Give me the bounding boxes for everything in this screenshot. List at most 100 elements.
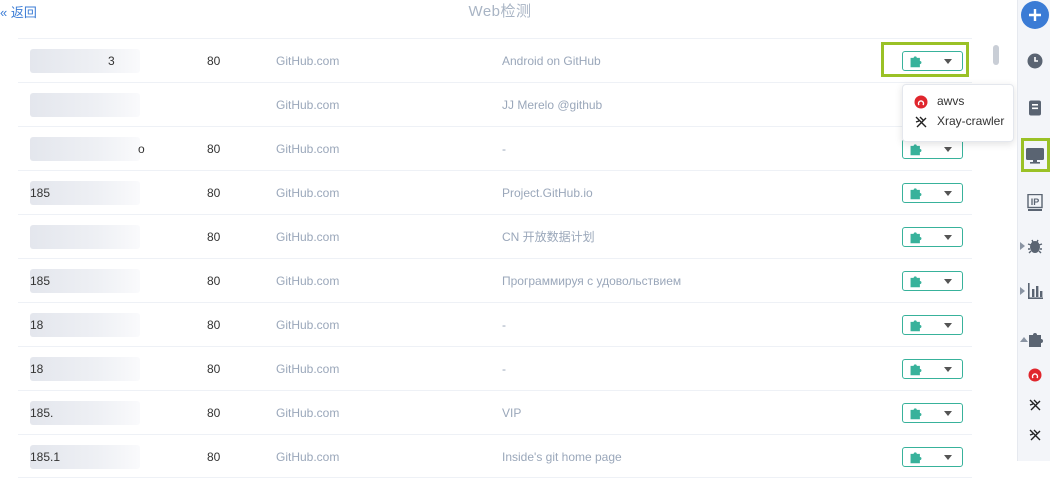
title-cell: Программируя с удовольствием (502, 274, 682, 288)
chevron-down-icon (944, 323, 952, 328)
host-cell: 185. (30, 401, 150, 425)
plugin-select[interactable] (902, 447, 963, 467)
puzzle-icon (910, 408, 922, 420)
host-cell: 185 (30, 269, 150, 293)
sidebar-item-history[interactable] (1018, 47, 1050, 75)
puzzle-icon (1029, 333, 1043, 347)
plugin-select[interactable] (902, 359, 963, 379)
domain-cell: GitHub.com (276, 362, 340, 376)
scrollbar-thumb[interactable] (993, 45, 999, 65)
redaction-blur (30, 93, 140, 117)
highlight-box (881, 42, 969, 77)
puzzle-icon (910, 364, 922, 376)
plugin-select[interactable] (902, 227, 963, 247)
clock-icon (1027, 53, 1043, 69)
host-cell: 18 (30, 357, 150, 381)
plugin-select[interactable] (902, 315, 963, 335)
main-panel: « 返回 Web检测 3 80 GitHub.com Android on GitHu… (0, 0, 1017, 478)
dropdown-item-awvs[interactable]: awvs (903, 91, 1013, 111)
sidebar-plugin-xray[interactable] (1018, 392, 1050, 420)
chart-icon (1028, 283, 1043, 299)
title-cell: VIP (502, 406, 522, 420)
puzzle-icon (910, 452, 922, 464)
xray-icon (914, 115, 928, 135)
host-text: 185 (30, 186, 51, 200)
domain-cell: GitHub.com (276, 186, 340, 200)
puzzle-icon (909, 230, 923, 249)
puzzle-icon (909, 142, 923, 161)
redaction-blur (30, 313, 140, 337)
sidebar-item-plugins[interactable] (1018, 324, 1050, 352)
host-cell: o (30, 137, 150, 161)
table-row: 3 80 GitHub.com Android on GitHub (18, 38, 972, 82)
domain-cell: GitHub.com (276, 318, 340, 332)
domain-cell: GitHub.com (276, 406, 340, 420)
sidebar-item-stats[interactable] (1018, 277, 1050, 305)
host-cell: 185.1 (30, 445, 150, 469)
page-title: Web检测 (468, 3, 532, 20)
puzzle-icon (910, 232, 922, 244)
puzzle-icon (910, 144, 922, 156)
xray-icon (1029, 429, 1041, 441)
sidebar-plugin-awvs[interactable] (1018, 362, 1050, 390)
plugin-dropdown: awvs Xray-crawler (902, 84, 1014, 142)
host-text: 185.1 (30, 450, 61, 464)
puzzle-icon (909, 406, 923, 425)
domain-cell: GitHub.com (276, 230, 340, 244)
sidebar-item-ip[interactable]: IP (1018, 188, 1050, 216)
puzzle-icon (909, 318, 923, 337)
chevron-down-icon (944, 367, 952, 372)
table-row: GitHub.com JJ Merelo @github (18, 82, 972, 126)
sidebar-item-report[interactable] (1018, 94, 1050, 122)
dropdown-item-label: awvs (937, 94, 965, 108)
puzzle-icon (909, 450, 923, 469)
host-text: 3 (30, 54, 115, 68)
chevron-down-icon (944, 279, 952, 284)
chevron-down-icon (944, 191, 952, 196)
dropdown-item-label: Xray-crawler (937, 114, 1005, 128)
puzzle-icon (910, 188, 922, 200)
plugin-select[interactable] (902, 183, 963, 203)
add-button[interactable] (1021, 1, 1049, 29)
bug-icon (1027, 239, 1043, 254)
table-row: 185. 80 GitHub.com VIP (18, 390, 972, 434)
table-row: 18 80 GitHub.com - (18, 346, 972, 390)
sidebar-highlight-box (1021, 138, 1050, 172)
title-cell: CN 开放数据计划 (502, 230, 595, 244)
port-cell: 80 (207, 274, 221, 288)
xray-icon (1029, 399, 1041, 411)
chevron-down-icon (944, 455, 952, 460)
ip-icon: IP (1027, 194, 1043, 211)
port-cell: 80 (207, 450, 221, 464)
plugin-select[interactable] (902, 139, 963, 159)
port-cell: 80 (207, 406, 221, 420)
port-cell: 80 (207, 230, 221, 244)
title-cell: JJ Merelo @github (502, 98, 603, 112)
header: « 返回 Web检测 (0, 0, 1017, 28)
sidebar-plugin-xray-2[interactable] (1018, 422, 1050, 450)
plugin-select[interactable] (902, 271, 963, 291)
host-text: 185 (30, 274, 51, 288)
domain-cell: GitHub.com (276, 98, 340, 112)
port-cell: 80 (207, 142, 221, 156)
title-cell: - (502, 362, 506, 376)
host-cell: 185 (30, 181, 150, 205)
dropdown-item-xray[interactable]: Xray-crawler (903, 111, 1013, 131)
plus-icon (1029, 9, 1041, 21)
table-row: 185 80 GitHub.com Программируя с удовольств… (18, 258, 972, 302)
domain-cell: GitHub.com (276, 142, 340, 156)
table-row: 18 80 GitHub.com - (18, 302, 972, 346)
host-cell: 18 (30, 313, 150, 337)
title-cell: - (502, 318, 506, 332)
host-text: 18 (30, 362, 44, 376)
host-text: 185. (30, 406, 54, 420)
chevron-down-icon (944, 411, 952, 416)
svg-text:IP: IP (1031, 197, 1040, 207)
plugin-select[interactable] (902, 403, 963, 423)
port-cell: 80 (207, 362, 221, 376)
puzzle-icon (909, 186, 923, 205)
title-cell: Android on GitHub (502, 54, 601, 68)
sidebar-item-vuln[interactable] (1018, 232, 1050, 260)
awvs-icon (1028, 368, 1042, 382)
port-cell: 80 (207, 54, 221, 68)
